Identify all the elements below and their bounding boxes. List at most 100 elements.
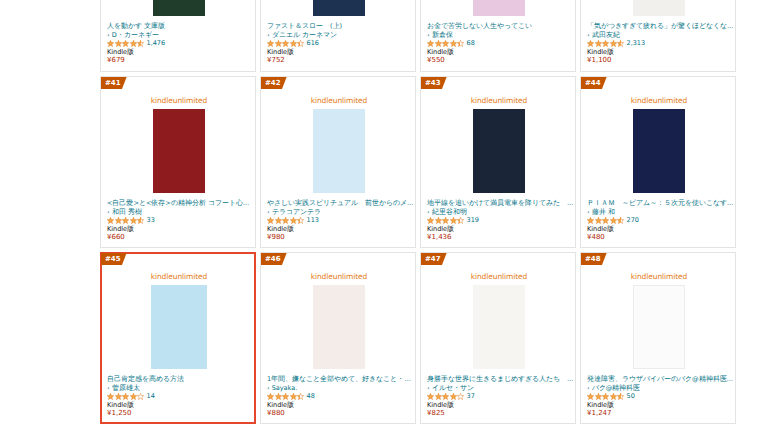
price: ¥825: [427, 409, 571, 418]
book-cover[interactable]: [151, 285, 207, 369]
rating[interactable]: 33: [107, 216, 251, 225]
star-icon: [602, 40, 609, 47]
review-count[interactable]: 2,313: [627, 39, 646, 48]
rating[interactable]: 1,476: [107, 39, 251, 48]
product-card[interactable]: #45 kindleunlimited 自己肯定感を高める方法 › 菅原雄太 1…: [100, 252, 256, 424]
product-author[interactable]: › ダニエル カーネマン: [267, 31, 411, 40]
book-cover[interactable]: [633, 0, 685, 16]
star-icon: [275, 217, 282, 224]
star-icon: [122, 217, 129, 224]
book-cover[interactable]: [473, 285, 525, 369]
book-cover[interactable]: [473, 109, 525, 193]
product-card[interactable]: #46 kindleunlimited 1年間、嫌なこと全部やめて、好きなこと・…: [260, 252, 416, 424]
rank-badge: #42: [261, 77, 287, 89]
star-icon: [610, 393, 617, 400]
rating[interactable]: 48: [267, 392, 411, 401]
price: ¥980: [267, 233, 411, 242]
review-count[interactable]: 113: [307, 216, 319, 225]
review-count[interactable]: 33: [147, 216, 155, 225]
product-card[interactable]: #47 kindleunlimited 身勝手な世界に生きるまじめすぎる人たち …: [420, 252, 576, 424]
book-cover[interactable]: [313, 285, 365, 369]
book-cover[interactable]: [633, 285, 685, 369]
star-icon: [457, 40, 464, 47]
product-author[interactable]: › テラコアンテラ: [267, 208, 411, 217]
product-title[interactable]: 1年間、嫌なこと全部やめて、好きなこと・…: [267, 375, 411, 384]
review-count[interactable]: 50: [627, 392, 635, 401]
product-title[interactable]: ＰＩＡＭ ～ピアム～：５次元を使いこなす…: [587, 199, 731, 208]
product-title[interactable]: 「気がつきすぎて疲れる」が驚くほどなくな…: [587, 22, 731, 31]
product-card[interactable]: ファスト＆スロー (上) › ダニエル カーネマン 616 Kindle版 ¥7…: [260, 0, 416, 72]
product-author[interactable]: › 紀里谷和明: [427, 208, 571, 217]
product-title[interactable]: 自己肯定感を高める方法: [107, 375, 251, 384]
rating[interactable]: 319: [427, 216, 571, 225]
book-cover[interactable]: [313, 0, 365, 16]
product-title[interactable]: <自己愛>と<依存>の精神分析 コフート心…: [107, 199, 251, 208]
product-title[interactable]: 地平線を追いかけて満員電車を降りてみた …: [427, 199, 571, 208]
star-icon: [435, 393, 442, 400]
kindle-unlimited-logo: kindleunlimited: [267, 96, 411, 105]
book-cover[interactable]: [153, 0, 205, 16]
star-icon: [107, 40, 114, 47]
product-author[interactable]: › 藤井 和: [587, 208, 731, 217]
review-count[interactable]: 319: [467, 216, 479, 225]
rating[interactable]: 2,313: [587, 39, 731, 48]
product-author[interactable]: › 新倉保: [427, 31, 571, 40]
star-icon: [115, 217, 122, 224]
book-cover[interactable]: [473, 0, 525, 16]
product-card[interactable]: #41 kindleunlimited <自己愛>と<依存>の精神分析 コフート…: [100, 76, 256, 248]
product-author[interactable]: › Sayaka.: [267, 384, 411, 393]
bestseller-page: 人を動かす 文庫版 › D・カーネギー 1,476 Kindle版 ¥679 フ…: [0, 0, 768, 424]
product-author[interactable]: › 菅原雄太: [107, 384, 251, 393]
rating[interactable]: 270: [587, 216, 731, 225]
rating[interactable]: 68: [427, 39, 571, 48]
product-card[interactable]: #42 kindleunlimited やさしい実践スピリチュアル 前世からのメ…: [260, 76, 416, 248]
product-title[interactable]: 発達障害、ラウザパイパーのバク@精神科医…: [587, 375, 731, 384]
book-cover[interactable]: [153, 109, 205, 193]
product-title[interactable]: お金で苦労しない人生やってこい: [427, 22, 571, 31]
kindle-unlimited-logo: kindleunlimited: [587, 96, 731, 105]
product-title[interactable]: 人を動かす 文庫版: [107, 22, 251, 31]
review-count[interactable]: 616: [307, 39, 319, 48]
rating[interactable]: 37: [427, 392, 571, 401]
star-icon: [290, 393, 297, 400]
price: ¥752: [267, 56, 411, 65]
product-author[interactable]: › バク@精神科医: [587, 384, 731, 393]
product-grid: 人を動かす 文庫版 › D・カーネギー 1,476 Kindle版 ¥679 フ…: [100, 0, 736, 424]
star-icon: [595, 217, 602, 224]
rating[interactable]: 50: [587, 392, 731, 401]
star-icon: [282, 40, 289, 47]
star-icon: [427, 393, 434, 400]
book-cover[interactable]: [633, 109, 685, 193]
product-card[interactable]: #48 kindleunlimited 発達障害、ラウザパイパーのバク@精神科医…: [580, 252, 736, 424]
star-icon: [137, 393, 144, 400]
format-label: Kindle版: [107, 401, 251, 410]
rating[interactable]: 14: [107, 392, 251, 401]
review-count[interactable]: 270: [627, 216, 639, 225]
product-card[interactable]: お金で苦労しない人生やってこい › 新倉保 68 Kindle版 ¥550: [420, 0, 576, 72]
product-author[interactable]: › イルセ・サン: [427, 384, 571, 393]
product-card[interactable]: #44 kindleunlimited ＰＩＡＭ ～ピアム～：５次元を使いこなす…: [580, 76, 736, 248]
product-card[interactable]: 「気がつきすぎて疲れる」が驚くほどなくな… › 武田友紀 2,313 Kindl…: [580, 0, 736, 72]
rating[interactable]: 616: [267, 39, 411, 48]
product-author[interactable]: › D・カーネギー: [107, 31, 251, 40]
review-count[interactable]: 48: [307, 392, 315, 401]
review-count[interactable]: 37: [467, 392, 475, 401]
star-icon: [137, 217, 144, 224]
product-title[interactable]: ファスト＆スロー (上): [267, 22, 411, 31]
star-icon: [610, 40, 617, 47]
review-count[interactable]: 14: [147, 392, 155, 401]
star-icon: [267, 217, 274, 224]
product-card[interactable]: #43 kindleunlimited 地平線を追いかけて満員電車を降りてみた …: [420, 76, 576, 248]
product-card[interactable]: 人を動かす 文庫版 › D・カーネギー 1,476 Kindle版 ¥679: [100, 0, 256, 72]
review-count[interactable]: 1,476: [147, 39, 166, 48]
book-cover[interactable]: [313, 109, 365, 193]
review-count[interactable]: 68: [467, 39, 475, 48]
star-icon: [122, 393, 129, 400]
product-author[interactable]: › 和田 秀樹: [107, 208, 251, 217]
product-title[interactable]: 身勝手な世界に生きるまじめすぎる人たち …: [427, 375, 571, 384]
format-label: Kindle版: [267, 48, 411, 57]
rating[interactable]: 113: [267, 216, 411, 225]
star-icon: [122, 40, 129, 47]
product-title[interactable]: やさしい実践スピリチュアル 前世からのメ…: [267, 199, 411, 208]
product-author[interactable]: › 武田友紀: [587, 31, 731, 40]
